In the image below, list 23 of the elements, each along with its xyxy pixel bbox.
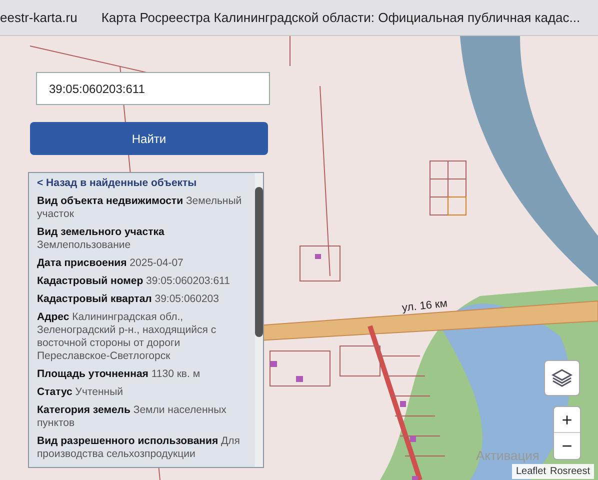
scrollbar[interactable] bbox=[255, 173, 263, 467]
layers-button[interactable] bbox=[544, 360, 580, 396]
find-button[interactable]: Найти bbox=[30, 122, 268, 155]
zoom-in-button[interactable]: + bbox=[554, 407, 580, 433]
attribution-link[interactable]: Leaflet bbox=[516, 464, 546, 479]
property-field: Категория земель Земли населенных пунктов bbox=[37, 404, 247, 430]
property-field: Вид земельного участка Землепользование bbox=[37, 226, 247, 252]
property-field: Статус Учтенный bbox=[37, 386, 247, 399]
back-link[interactable]: < Назад в найденные объекты bbox=[37, 177, 247, 190]
zoom-out-button[interactable]: − bbox=[554, 433, 580, 459]
property-field: Адрес Калининградская обл., Зеленоградский р-н., находящийся с восточной стороны от дороги Переславское-Светлогорск bbox=[37, 311, 247, 363]
property-field: Кадастровый квартал 39:05:060203 bbox=[37, 293, 247, 306]
road-label: ул. 16 км bbox=[401, 296, 448, 316]
page-title: Карта Росреестра Калининградской области: Официальная публичная кадас... bbox=[101, 8, 580, 27]
property-field: Площадь уточненная 1130 кв. м bbox=[37, 368, 247, 381]
attribution-link[interactable]: Rosreest bbox=[550, 464, 590, 479]
property-field: Кадастровый номер 39:05:060203:611 bbox=[37, 275, 247, 288]
search-field[interactable]: 39:05:060203:611 bbox=[36, 72, 270, 105]
site-address[interactable]: eestr-karta.ru bbox=[0, 8, 78, 28]
property-field: Вид объекта недвижимости Земельный участок bbox=[37, 195, 247, 221]
property-field: Дата присвоения 2025-04-07 bbox=[37, 257, 247, 270]
layers-icon bbox=[551, 368, 573, 388]
property-field: Вид разрешенного использования Для производства сельхозпродукции bbox=[37, 435, 247, 461]
